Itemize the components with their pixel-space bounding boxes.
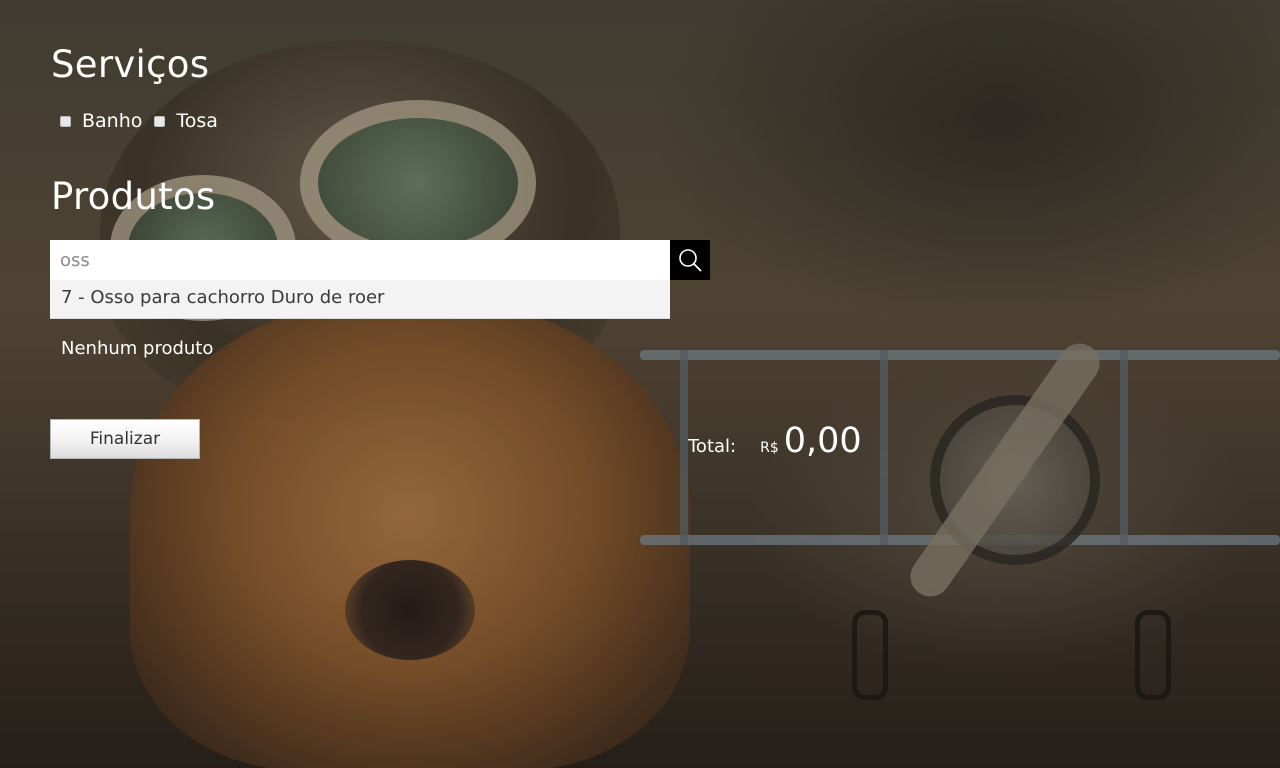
currency-symbol: R$ xyxy=(760,440,779,456)
service-option-banho[interactable]: Banho xyxy=(60,110,142,132)
product-search: 7 - Osso para cachorro Duro de roer xyxy=(50,240,710,319)
product-suggestions: 7 - Osso para cachorro Duro de roer xyxy=(50,280,670,319)
finalize-button[interactable]: Finalizar xyxy=(50,419,200,459)
product-search-input[interactable] xyxy=(50,240,670,280)
services-title: Serviços xyxy=(51,43,210,86)
suggestion-item[interactable]: 7 - Osso para cachorro Duro de roer xyxy=(50,280,670,318)
services-options: Banho Tosa xyxy=(60,110,230,132)
products-title: Produtos xyxy=(51,175,216,218)
empty-products-message: Nenhum produto xyxy=(61,338,214,359)
search-icon xyxy=(679,249,702,272)
total-label: Total: xyxy=(688,436,737,457)
tosa-checkbox[interactable] xyxy=(154,115,166,127)
service-option-tosa[interactable]: Tosa xyxy=(154,110,218,132)
total-value: 0,00 xyxy=(783,421,862,461)
search-button[interactable] xyxy=(670,240,710,280)
banho-checkbox[interactable] xyxy=(60,115,71,127)
service-label: Banho xyxy=(82,110,143,132)
service-label: Tosa xyxy=(176,110,218,132)
order-total: Total: R$ 0,00 xyxy=(688,424,862,459)
app-screen: Serviços Banho Tosa Produtos 7 - Osso pa… xyxy=(0,0,1280,768)
